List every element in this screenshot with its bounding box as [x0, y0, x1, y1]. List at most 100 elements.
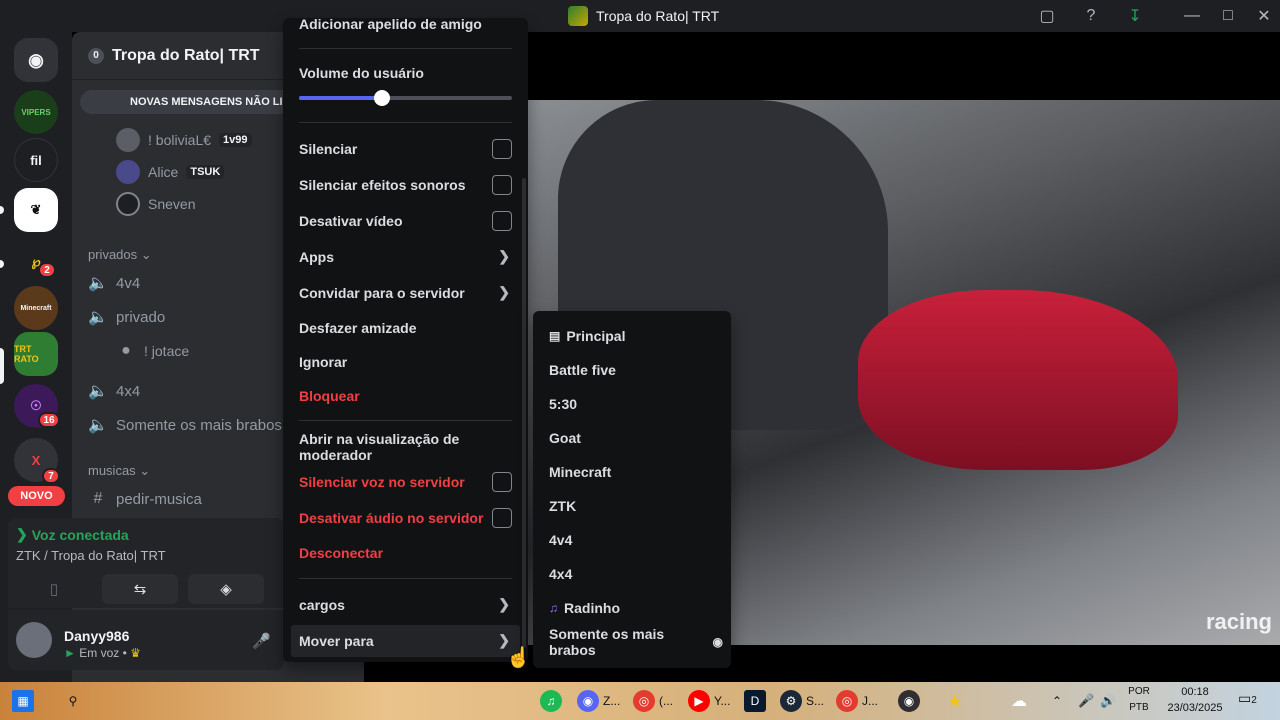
taskbar-app-chrome[interactable]: ◎ (... — [633, 686, 673, 716]
menu-item-desativar-video[interactable]: Desativar vídeo — [291, 205, 520, 237]
scrollbar-thumb[interactable] — [522, 178, 526, 648]
microphone-icon[interactable]: 🎤 — [252, 632, 271, 650]
menu-item-ignorar[interactable]: Ignorar — [291, 346, 520, 378]
search-button[interactable]: ⚲ — [62, 686, 84, 716]
notification-icon: ▭ — [1238, 690, 1252, 706]
submenu-item-radinho[interactable]: ♫ Radinho — [541, 592, 723, 624]
menu-item-desativar-audio-servidor[interactable]: Desativar áudio no servidor — [291, 502, 520, 534]
volume-knob[interactable] — [374, 90, 391, 106]
taskbar-app-disney[interactable]: D — [744, 686, 766, 716]
camera-off-button[interactable]: ▯ — [16, 574, 92, 604]
voice-status[interactable]: ❯ Voz conectada — [16, 526, 129, 543]
submenu-item-somente-os-mais-brabos[interactable]: Somente os mais brabos ◉ — [541, 626, 723, 658]
menu-item-mover-para[interactable]: Mover para ❯ — [291, 625, 520, 657]
language-indicator[interactable]: POR PTB — [1124, 684, 1154, 716]
mention-badge: 2 — [38, 262, 56, 278]
menu-item-convidar[interactable]: Convidar para o servidor ❯ — [291, 277, 520, 309]
speaker-icon: 🔈 — [88, 383, 108, 400]
tray-chevron-icon[interactable]: ⌃ — [1052, 686, 1062, 716]
taskbar-app-star[interactable]: ★ — [944, 686, 966, 716]
channel-somente-os-mais-brabos[interactable]: 🔈 Somente os mais brabos — [88, 412, 282, 438]
maximize-icon[interactable]: □ — [1218, 6, 1238, 26]
category-privados[interactable]: privados ⌄ — [88, 247, 152, 263]
voice-user[interactable]: ! boliviaL€ 1v99 — [116, 128, 252, 152]
weather-widget[interactable]: ☁ — [1008, 686, 1030, 716]
windows-taskbar: ▦ ⚲ ♫ ◉ Z... ◎ (... ▶ Y... D ⚙ S... ◎ J... ◉ … — [0, 682, 1280, 720]
taskbar-app-youtube[interactable]: ▶ Y... — [688, 686, 730, 716]
checkbox[interactable] — [492, 211, 512, 231]
taskbar-app-chrome-2[interactable]: ◎ J... — [836, 686, 878, 716]
avatar[interactable] — [16, 622, 52, 658]
checkbox[interactable] — [492, 472, 512, 492]
chrome-icon: ◎ — [836, 690, 858, 712]
submenu-item-battle-five[interactable]: Battle five — [541, 354, 723, 386]
voice-user[interactable]: Sneven — [116, 192, 195, 216]
taskbar-app-spotify[interactable]: ♫ — [540, 686, 566, 716]
voice-location[interactable]: ZTK / Tropa do Rato| TRT — [16, 548, 166, 563]
boost-icon: 0 — [88, 47, 104, 64]
menu-item-cargos[interactable]: cargos ❯ — [291, 589, 520, 621]
submenu-item-4v4[interactable]: 4v4 — [541, 524, 723, 556]
start-button[interactable]: ▦ — [12, 686, 34, 716]
checkbox[interactable] — [492, 508, 512, 528]
submenu-item-principal[interactable]: ▤ Principal — [541, 320, 723, 352]
mouse-cursor-icon: ☝ — [506, 647, 531, 669]
submenu-item-ztk[interactable]: ZTK — [541, 490, 723, 522]
screen-share-button[interactable]: ⇆ — [102, 574, 178, 604]
menu-item-silenciar-efeitos[interactable]: Silenciar efeitos sonoros — [291, 169, 520, 201]
channel-4v4[interactable]: 🔈 4v4 — [88, 270, 140, 296]
channel-4x4[interactable]: 🔈 4x4 — [88, 378, 140, 404]
guild-current[interactable]: ❦ — [14, 188, 58, 232]
menu-item-apps[interactable]: Apps ❯ — [291, 241, 520, 273]
guild-fil[interactable]: fil — [14, 138, 58, 182]
menu-item-desconectar[interactable]: Desconectar — [291, 537, 520, 569]
mic-tray-icon[interactable]: 🎤 — [1078, 686, 1094, 716]
taskbar-app-obs[interactable]: ◉ — [898, 686, 920, 716]
checkbox[interactable] — [492, 175, 512, 195]
new-guilds-badge[interactable]: NOVO — [8, 486, 65, 506]
guild-tropa-rato[interactable]: TRT RATO — [14, 332, 58, 376]
submenu-item-4x4[interactable]: 4x4 — [541, 558, 723, 590]
submenu-item-goat[interactable]: Goat — [541, 422, 723, 454]
voice-user[interactable]: Alice TSUK — [116, 160, 225, 184]
hash-icon: # — [93, 490, 103, 507]
category-musicas[interactable]: musicas ⌄ — [88, 463, 150, 479]
download-icon[interactable]: ↧ — [1125, 6, 1145, 26]
help-icon[interactable]: ? — [1081, 6, 1101, 26]
volume-slider[interactable] — [299, 90, 512, 106]
menu-item-silenciar[interactable]: Silenciar — [291, 133, 520, 165]
guild-vipers[interactable]: VIPERS — [14, 90, 58, 134]
activity-button[interactable]: ◈ — [188, 574, 264, 604]
taskbar-app-steam[interactable]: ⚙ S... — [780, 686, 824, 716]
discord-home-button[interactable]: ◉ — [14, 38, 58, 82]
channel-pedir-musica[interactable]: # pedir-musica — [88, 486, 202, 512]
menu-item-silenciar-voz-servidor[interactable]: Silenciar voz no servidor — [291, 466, 520, 498]
channel-privado[interactable]: 🔈 privado — [88, 304, 165, 330]
speaker-lock-icon: 🔈 — [88, 309, 108, 326]
taskbar-app-discord[interactable]: ◉ Z... — [577, 686, 620, 716]
voice-connection-panel: ❯ Voz conectada ZTK / Tropa do Rato| TRT … — [8, 518, 284, 608]
menu-item-desfazer-amizade[interactable]: Desfazer amizade — [291, 312, 520, 344]
minimize-icon[interactable]: — — [1182, 6, 1202, 26]
speaker-icon: 🔈 — [88, 275, 108, 292]
video-motorcycle — [858, 290, 1178, 470]
submenu-item-minecraft[interactable]: Minecraft — [541, 456, 723, 488]
checkbox[interactable] — [492, 139, 512, 159]
music-icon: ♫ — [549, 601, 558, 615]
menu-scrollbar[interactable] — [522, 178, 526, 648]
voice-user[interactable]: ●! jotace — [116, 338, 189, 364]
menu-item-bloquear[interactable]: Bloquear — [291, 380, 520, 412]
submenu-item-5-30[interactable]: 5:30 — [541, 388, 723, 420]
close-icon[interactable]: ✕ — [1254, 6, 1274, 26]
inbox-icon[interactable]: ▢ — [1037, 6, 1057, 26]
menu-item-add-nickname[interactable]: Adicionar apelido de amigo — [291, 18, 520, 40]
mention-badge: 16 — [38, 412, 60, 428]
username[interactable]: Danyy986 — [64, 628, 129, 644]
notification-center[interactable]: ▭2 — [1238, 690, 1260, 712]
system-clock[interactable]: 00:18 23/03/2025 — [1160, 684, 1230, 716]
guild-minecraft[interactable]: Minecraft — [14, 286, 58, 330]
volume-tray-icon[interactable]: 🔊 — [1100, 686, 1116, 716]
star-icon: ★ — [946, 690, 964, 711]
chevron-right-icon: ❯ — [498, 248, 510, 264]
menu-item-moderador-view[interactable]: Abrir na visualização de moderador — [291, 431, 520, 463]
